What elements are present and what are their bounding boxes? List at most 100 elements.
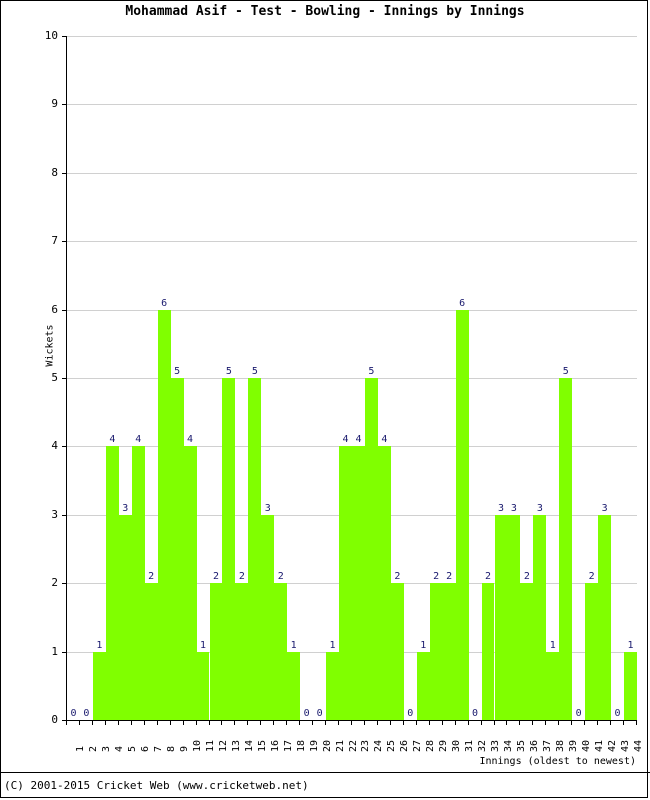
x-axis-tick-label: 19 xyxy=(308,739,320,752)
x-axis-tick-label: 35 xyxy=(515,739,527,752)
x-axis-tick-label: 5 xyxy=(127,745,139,752)
bar xyxy=(118,514,132,720)
x-axis-tick-label: 37 xyxy=(541,739,553,752)
bar xyxy=(144,583,158,720)
y-axis-title: Wickets xyxy=(44,324,56,367)
x-axis-tick xyxy=(428,720,430,725)
bar-value-label: 4 xyxy=(135,434,142,446)
x-axis-tick-label: 42 xyxy=(606,739,618,752)
x-axis-tick-label: 44 xyxy=(632,739,644,752)
x-axis-tick-label: 1 xyxy=(75,745,87,752)
bar-value-label: 5 xyxy=(251,366,258,377)
bar xyxy=(222,378,236,720)
y-axis-tick-label: 9 xyxy=(51,97,58,111)
x-axis-tick-label: 39 xyxy=(567,739,579,752)
x-axis-tick-label: 10 xyxy=(192,739,204,752)
x-axis-tick-label: 13 xyxy=(230,739,242,752)
bar xyxy=(624,651,637,720)
x-axis-tick-label: 32 xyxy=(477,739,489,752)
x-axis-tick-label: 6 xyxy=(140,745,152,752)
bar-value-label: 5 xyxy=(368,366,375,377)
bar xyxy=(442,583,456,720)
x-axis-tick-label: 2 xyxy=(88,745,100,752)
x-axis-tick xyxy=(221,720,223,725)
x-axis-tick xyxy=(338,720,340,725)
x-axis-tick xyxy=(545,720,547,725)
x-axis-tick-label: 17 xyxy=(282,739,294,752)
x-axis-tick-label: 31 xyxy=(464,739,476,752)
x-axis-tick-label: 36 xyxy=(528,739,540,752)
bar-value-label: 5 xyxy=(174,366,181,377)
x-axis-tick xyxy=(91,720,93,725)
y-axis-tick-label: 3 xyxy=(51,507,58,521)
bar xyxy=(585,583,599,720)
bar-value-label: 6 xyxy=(161,297,168,309)
x-axis-tick-label: 41 xyxy=(593,739,605,752)
bar xyxy=(598,514,612,720)
x-axis-tick-label: 29 xyxy=(438,739,450,752)
x-axis-tick xyxy=(247,720,249,725)
x-axis-tick xyxy=(441,720,443,725)
bar-value-label: 3 xyxy=(510,502,517,514)
x-axis-tick xyxy=(636,720,637,725)
bar xyxy=(390,583,404,720)
plot-area: 0014342654125253210014454201226023323150… xyxy=(62,36,637,721)
x-axis-tick xyxy=(117,720,119,725)
x-axis-tick-label: 23 xyxy=(360,739,372,752)
x-axis-tick xyxy=(312,720,314,725)
x-axis-tick-label: 33 xyxy=(490,739,502,752)
chart-title: Mohammad Asif - Test - Bowling - Innings… xyxy=(125,4,525,19)
x-axis-tick-label: 28 xyxy=(425,739,437,752)
x-axis-tick-label: 34 xyxy=(502,739,514,752)
x-axis-tick xyxy=(78,720,80,725)
bar xyxy=(248,378,262,720)
x-axis-tick xyxy=(130,720,132,725)
x-axis-tick-label: 14 xyxy=(243,739,255,752)
x-axis-tick-label: 11 xyxy=(205,739,217,752)
x-axis-title: Innings (oldest to newest) xyxy=(479,756,636,767)
bar xyxy=(494,514,508,720)
x-axis-tick-label: 3 xyxy=(101,745,113,752)
x-axis-tick xyxy=(610,720,612,725)
x-axis-tick xyxy=(376,720,378,725)
bar xyxy=(377,446,391,720)
x-axis-tick-label: 15 xyxy=(256,739,268,752)
bar-value-label: 3 xyxy=(264,502,271,514)
x-axis-tick xyxy=(402,720,404,725)
x-axis-tick-label: 43 xyxy=(619,739,631,752)
bar xyxy=(481,583,495,720)
bar-value-label: 4 xyxy=(187,434,194,446)
bar-value-label: 1 xyxy=(627,639,634,651)
bar-value-label: 3 xyxy=(601,502,608,514)
y-axis-tick-label: 1 xyxy=(51,644,58,658)
x-axis-tick-label: 25 xyxy=(386,739,398,752)
bar-value-label: 5 xyxy=(225,366,232,377)
bar xyxy=(326,651,340,720)
x-axis-tick-label: 16 xyxy=(269,739,281,752)
bar xyxy=(533,514,547,720)
bar xyxy=(105,446,119,720)
x-axis-tick xyxy=(558,720,560,725)
footer-divider xyxy=(0,772,650,773)
y-axis-tick-label: 2 xyxy=(51,576,58,590)
bar-value-label: 2 xyxy=(277,571,284,583)
bar xyxy=(235,583,249,720)
bar xyxy=(559,378,573,720)
x-axis-tick xyxy=(195,720,197,725)
bar xyxy=(170,378,184,720)
bar xyxy=(352,446,365,720)
bar xyxy=(209,583,223,720)
x-axis-tick xyxy=(584,720,586,725)
x-axis-labels: 1 2 3 4 5 6 7 8 9 10 11 12 13 14 15 16 17 18 19 20 21 22 23 24 2… xyxy=(66,726,643,756)
x-axis-tick xyxy=(66,720,67,725)
x-axis-tick xyxy=(182,720,184,725)
y-axis-tick-label: 8 xyxy=(51,165,58,179)
bar-value-label: 1 xyxy=(290,639,297,651)
bar xyxy=(455,309,469,720)
x-axis-tick xyxy=(286,720,288,725)
bar xyxy=(416,651,430,720)
bar-value-label: 5 xyxy=(562,366,569,377)
bar xyxy=(546,651,560,720)
x-axis-tick xyxy=(623,720,625,725)
y-axis-tick-label: 0 xyxy=(51,713,58,726)
